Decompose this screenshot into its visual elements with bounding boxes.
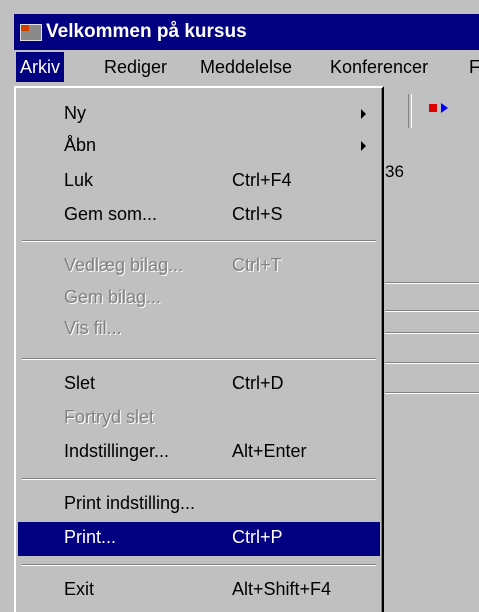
background-divider: [385, 362, 479, 364]
menu-item-shortcut: Ctrl+P: [232, 527, 283, 547]
menu-item-gem-som[interactable]: Gem som... Ctrl+S: [18, 199, 380, 233]
menu-item-shortcut: Ctrl+F4: [232, 170, 292, 190]
menu-rediger[interactable]: Rediger: [104, 57, 167, 78]
menu-separator: [22, 240, 376, 242]
menu-item-label: Indstillinger...: [64, 441, 170, 461]
menu-bar: Arkiv Rediger Meddelelse Konferencer F: [14, 50, 479, 86]
menu-item-print-indstilling[interactable]: Print indstilling...: [18, 488, 380, 522]
menu-item-label: Print...: [64, 527, 117, 547]
menu-item-luk[interactable]: Luk Ctrl+F4: [18, 165, 380, 199]
toolbar-separator: [408, 94, 412, 128]
menu-separator: [22, 478, 376, 480]
menu-item-label: Gem bilag...: [64, 287, 162, 307]
menu-item-shortcut: Ctrl+T: [232, 255, 282, 275]
arrow-right-icon[interactable]: [441, 103, 448, 113]
app-icon: [20, 23, 42, 41]
menu-konferencer[interactable]: Konferencer: [330, 57, 428, 78]
menu-item-label: Vis fil...: [64, 318, 122, 338]
menu-item-label: Luk: [64, 170, 94, 190]
background-divider: [385, 332, 479, 334]
menu-item-shortcut: Ctrl+S: [232, 204, 283, 224]
menu-item-shortcut: Ctrl+D: [232, 373, 284, 393]
submenu-arrow-icon: [361, 141, 366, 151]
flag-icon[interactable]: [429, 104, 437, 112]
menu-item-slet[interactable]: Slet Ctrl+D: [18, 368, 380, 402]
menu-item-ny[interactable]: Ny: [18, 98, 380, 132]
menu-separator: [22, 564, 376, 566]
window-title: Velkommen på kursus: [46, 21, 247, 42]
menu-partial-f[interactable]: F: [469, 57, 479, 78]
submenu-arrow-icon: [361, 109, 366, 119]
menu-item-exit[interactable]: Exit Alt+Shift+F4: [18, 574, 380, 608]
menu-separator: [22, 358, 376, 360]
menu-item-label: Gem som...: [64, 204, 158, 224]
menu-item-vis-fil: Vis fil...: [18, 313, 380, 347]
menu-item-label: Fortryd slet: [64, 407, 155, 427]
menu-item-label: Exit: [64, 579, 95, 599]
arkiv-dropdown-menu: Ny Åbn Luk Ctrl+F4 Gem som... Ctrl+S Ved…: [14, 86, 384, 612]
title-bar: Velkommen på kursus: [14, 14, 479, 50]
background-divider: [385, 392, 479, 394]
menu-item-print[interactable]: Print... Ctrl+P: [18, 522, 380, 556]
menu-item-aabn[interactable]: Åbn: [18, 130, 380, 164]
menu-meddelelse[interactable]: Meddelelse: [200, 57, 292, 78]
menu-item-fortryd-slet: Fortryd slet: [18, 402, 380, 436]
menu-item-label: Slet: [64, 373, 96, 393]
background-divider: [385, 310, 479, 312]
menu-item-shortcut: Alt+Shift+F4: [232, 579, 332, 599]
background-number: 36: [385, 162, 404, 181]
background-divider: [385, 282, 479, 284]
menu-item-label: Vedlæg bilag...: [64, 255, 184, 275]
toolbar: [385, 86, 479, 134]
menu-item-gem-bilag: Gem bilag...: [18, 282, 380, 316]
menu-item-label: Ny: [64, 103, 86, 123]
menu-arkiv[interactable]: Arkiv: [16, 52, 64, 82]
menu-item-shortcut: Alt+Enter: [232, 441, 307, 461]
menu-item-vedlaeg-bilag: Vedlæg bilag... Ctrl+T: [18, 250, 380, 284]
menu-item-indstillinger[interactable]: Indstillinger... Alt+Enter: [18, 436, 380, 470]
menu-item-label: Print indstilling...: [64, 493, 196, 513]
menu-item-label: Åbn: [64, 135, 97, 155]
